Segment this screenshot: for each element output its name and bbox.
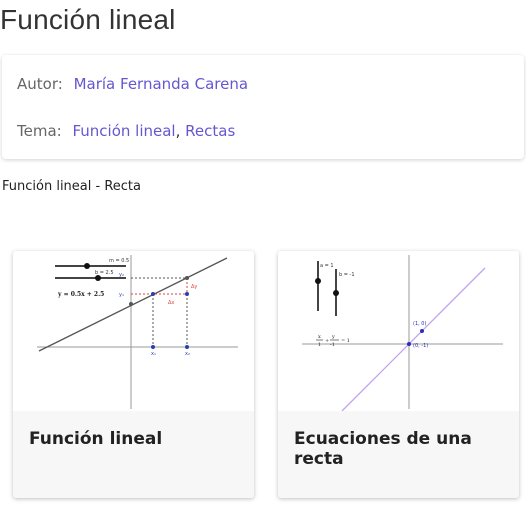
book-description: Función lineal - Recta (2, 179, 141, 194)
slider-a-label: a = 1 (320, 263, 334, 269)
card-thumbnail[interactable]: a = 1 b = -1 x 1 + y -1 = 1 (1, 0) (0, -… (278, 251, 519, 411)
equation-label: y = 0.5x + 2.5 (57, 291, 104, 298)
card-thumbnail[interactable]: m = 0.5 b = 2.5 y = 0.5x + 2.5 y₂ y₁ Δy (13, 251, 254, 411)
svg-text:1: 1 (318, 342, 321, 348)
svg-text:y: y (331, 334, 335, 340)
line-graph (341, 267, 486, 411)
info-card: Autor: María Fernanda Carena Tema: Funci… (2, 55, 524, 159)
activity-card-funcion-lineal[interactable]: m = 0.5 b = 2.5 y = 0.5x + 2.5 y₂ y₁ Δy (13, 251, 254, 498)
card-title[interactable]: Función lineal (29, 429, 162, 449)
label-y2: y₂ (119, 272, 124, 278)
topic-link-funcion-lineal[interactable]: Función lineal (72, 122, 175, 140)
author-link[interactable]: María Fernanda Carena (74, 75, 249, 93)
slider-m-knob (84, 263, 90, 269)
thumbnail-graph-linear: m = 0.5 b = 2.5 y = 0.5x + 2.5 y₂ y₁ Δy (37, 255, 238, 409)
svg-text:-1: -1 (330, 342, 335, 348)
slider-b-label: b = 2.5 (95, 270, 114, 276)
linear-function-line (38, 257, 228, 352)
topic-label: Tema: (17, 122, 62, 140)
label-x1: x₁ (151, 351, 156, 357)
label-delta-y: Δy (191, 284, 197, 290)
svg-text:+: + (325, 338, 329, 344)
label-x2: x₂ (185, 351, 190, 357)
point-a-label: (1, 0) (413, 321, 426, 327)
topic-separator: , (175, 122, 181, 140)
thumbnail-graph-line-equations: a = 1 b = -1 x 1 + y -1 = 1 (1, 0) (0, -… (302, 255, 503, 411)
slider-b-label: b = -1 (339, 272, 355, 278)
label-delta-x: Δx (168, 300, 174, 306)
slider-b-knob (333, 290, 339, 296)
point-b-label: (0, -1) (413, 343, 428, 349)
slider-a-knob (315, 278, 321, 284)
label-y1: y₁ (119, 292, 124, 298)
svg-text:= 1: = 1 (341, 338, 350, 344)
author-label: Autor: (17, 75, 63, 93)
topic-link-rectas[interactable]: Rectas (185, 122, 235, 140)
author-row: Autor: María Fernanda Carena (17, 75, 248, 93)
svg-text:x: x (318, 334, 321, 340)
card-title[interactable]: Ecuaciones de una recta (294, 429, 519, 469)
page-title: Función lineal (0, 4, 176, 35)
topic-row: Tema: Función lineal, Rectas (17, 122, 235, 140)
activity-card-ecuaciones-recta[interactable]: a = 1 b = -1 x 1 + y -1 = 1 (1, 0) (0, -… (278, 251, 519, 498)
slider-m-label: m = 0.5 (109, 258, 129, 264)
